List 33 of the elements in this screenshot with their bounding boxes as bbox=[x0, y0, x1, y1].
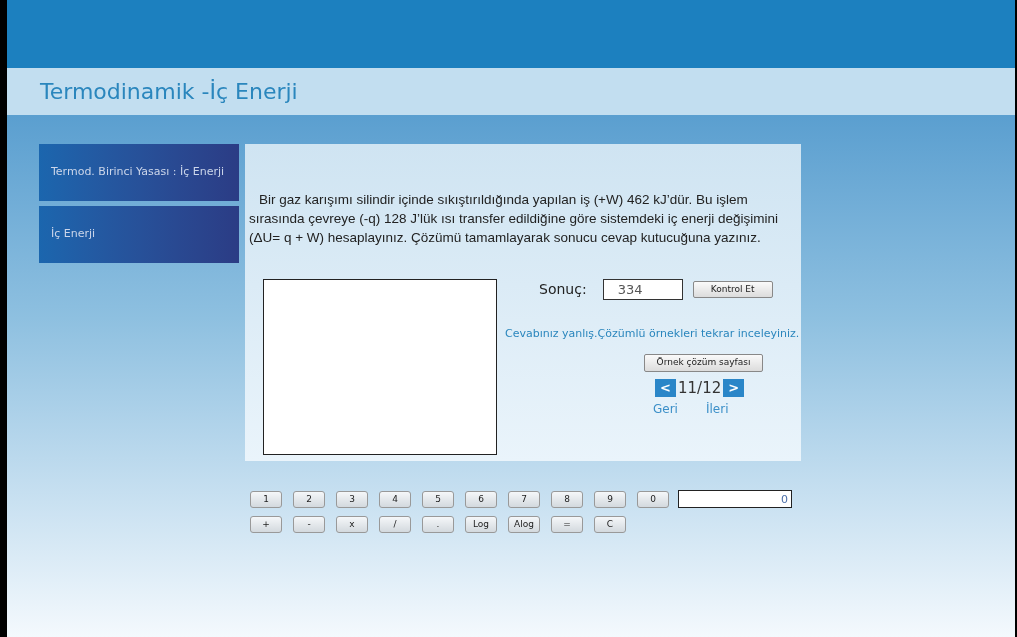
calculator-key[interactable]: + bbox=[250, 516, 282, 533]
sidebar-item[interactable]: İç Enerji bbox=[39, 206, 239, 263]
calculator-key[interactable]: = bbox=[551, 516, 583, 533]
calculator-key[interactable]: 7 bbox=[508, 490, 540, 508]
calculator-key[interactable]: 6 bbox=[465, 490, 497, 508]
calculator-key[interactable]: 5 bbox=[422, 490, 454, 508]
calculator-key[interactable]: x bbox=[336, 516, 368, 533]
calculator-key[interactable]: 8 bbox=[551, 490, 583, 508]
calculator-key[interactable]: Alog bbox=[508, 516, 540, 533]
back-label: Geri bbox=[653, 401, 678, 418]
forward-label: İleri bbox=[705, 401, 729, 418]
check-button[interactable]: Kontrol Et bbox=[692, 281, 773, 298]
calculator-key[interactable]: 2 bbox=[293, 490, 325, 508]
calculator-key[interactable]: 4 bbox=[379, 490, 411, 508]
calculator-key[interactable]: C bbox=[594, 516, 626, 533]
calculator-key[interactable]: - bbox=[293, 516, 325, 533]
calculator-key[interactable]: / bbox=[379, 516, 411, 533]
page-title: Termodinamik -İç Enerji bbox=[40, 78, 298, 106]
calculator-display[interactable]: 0 bbox=[678, 490, 792, 508]
answer-field[interactable]: 334 bbox=[602, 279, 683, 300]
calculator-key[interactable]: Log bbox=[465, 516, 497, 533]
page-counter: 11/12 bbox=[678, 377, 722, 399]
next-button[interactable]: > bbox=[723, 378, 745, 397]
question-text: Bir gaz karışımı silindir içinde sıkıştırıldığında yapılan iş (+W) 462 kJ’dür. Bu işlem sırasında çevreye (-q) 128 J’lük ısı transfer edildiğine göre sistemdeki iç enerji değişimini (ΔU= q + W) hesaplayınız. Çözümü tamamlayarak sonucu cevap kutucuğuna yazınız. bbox=[248, 191, 779, 247]
calculator-key[interactable]: . bbox=[422, 516, 454, 533]
calculator-key[interactable]: 1 bbox=[250, 490, 282, 508]
calculator-key[interactable]: 9 bbox=[594, 490, 626, 508]
calculator-key[interactable]: 3 bbox=[336, 490, 368, 508]
result-label: Sonuç: bbox=[539, 280, 587, 299]
example-solution-button[interactable]: Örnek çözüm sayfası bbox=[644, 353, 763, 372]
calculator-key[interactable]: 0 bbox=[637, 490, 669, 508]
sidebar-item[interactable]: Termod. Birinci Yasası : İç Enerji bbox=[39, 144, 239, 201]
previous-button[interactable]: < bbox=[655, 378, 676, 397]
